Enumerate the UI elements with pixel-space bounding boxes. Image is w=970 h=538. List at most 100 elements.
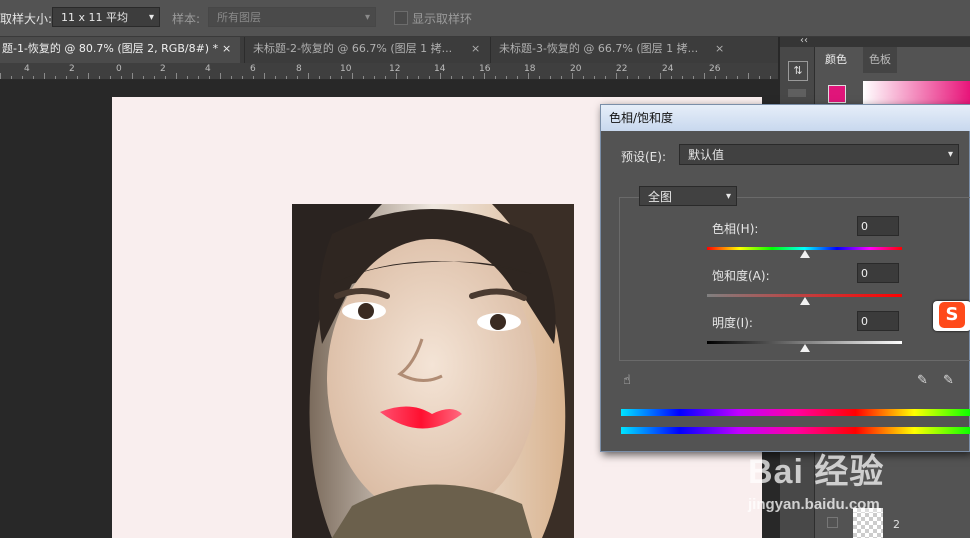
dialog-title-bar[interactable]: 色相/饱和度 — [601, 105, 970, 131]
tab-label: 未标题-3-恢复的 @ 66.7% (图层 1 拷... — [499, 42, 699, 55]
horizontal-ruler: 4 2 0 2 4 6 8 10 12 14 16 18 20 22 24 26 — [0, 63, 778, 80]
eyedropper-icon[interactable]: ✎ — [917, 373, 928, 388]
channel-value: 全图 — [648, 190, 673, 204]
ruler-tick — [374, 76, 375, 79]
ruler-tick — [253, 76, 254, 79]
lightness-slider-thumb[interactable] — [799, 344, 810, 352]
preset-label: 预设(E): — [621, 150, 666, 164]
sample-select[interactable]: 所有图层 ▾ — [208, 7, 376, 27]
ruler-tick — [297, 76, 298, 79]
ruler-tick — [693, 76, 694, 79]
ruler-tick — [682, 76, 683, 79]
sample-size-select[interactable]: 11 x 11 平均 ▾ — [52, 7, 160, 27]
ruler-tick — [715, 76, 716, 79]
panel-button[interactable] — [788, 89, 806, 97]
ruler-tick — [473, 76, 474, 79]
sample-size-label: 取样大小: — [0, 12, 53, 26]
ruler-tick — [330, 76, 331, 79]
ruler-tick — [550, 76, 551, 79]
hue-slider-thumb[interactable] — [799, 250, 810, 258]
ruler-label: 10 — [340, 64, 352, 74]
close-icon[interactable]: × — [715, 37, 724, 61]
ruler-tick — [737, 76, 738, 79]
ruler-tick — [704, 73, 705, 79]
tab-label: 题-1-恢复的 @ 80.7% (图层 2, RGB/8#) * — [2, 42, 219, 55]
panel-collapse-bar[interactable]: ‹‹ — [780, 35, 970, 47]
portrait-illustration — [292, 204, 574, 538]
saturation-input[interactable]: 0 — [857, 263, 899, 283]
ruler-tick — [363, 76, 364, 79]
ruler-tick — [22, 76, 23, 79]
ruler-tick — [759, 76, 760, 79]
ruler-tick — [517, 76, 518, 79]
watermark-url: jingyan.baidu.com — [748, 496, 880, 513]
preset-value: 默认值 — [688, 148, 725, 162]
lightness-input[interactable]: 0 — [857, 311, 899, 331]
ruler-label: 6 — [250, 64, 256, 74]
ruler-label: 2 — [160, 64, 166, 74]
ruler-tick — [495, 76, 496, 79]
preset-select[interactable]: 默认值 ▾ — [679, 144, 959, 165]
ruler-tick — [99, 76, 100, 79]
document-tabs: 题-1-恢复的 @ 80.7% (图层 2, RGB/8#) * × 未标题-2… — [0, 37, 778, 63]
options-bar: 取样大小: 11 x 11 平均 ▾ 样本: 所有图层 ▾ 显示取样环 — [0, 0, 970, 37]
ruler-tick — [33, 76, 34, 79]
saturation-slider-thumb[interactable] — [799, 297, 810, 305]
sogou-logo-mark: S — [939, 302, 965, 328]
ruler-label: 12 — [389, 64, 401, 74]
ruler-tick — [462, 76, 463, 79]
sample-value: 所有图层 — [217, 11, 261, 24]
ruler-tick — [649, 76, 650, 79]
ruler-tick — [11, 76, 12, 79]
tab-color[interactable]: 颜色 — [819, 47, 853, 73]
hue-label: 色相(H): — [712, 222, 759, 236]
show-ring-checkbox[interactable] — [394, 11, 408, 25]
ruler-tick — [264, 73, 265, 79]
ruler-tick — [55, 76, 56, 79]
ruler-tick — [451, 76, 452, 79]
ruler-tick — [121, 76, 122, 79]
hue-input[interactable]: 0 — [857, 216, 899, 236]
ruler-tick — [627, 76, 628, 79]
ruler-label: 4 — [205, 64, 211, 74]
ruler-tick — [484, 73, 485, 79]
ruler-tick — [561, 76, 562, 79]
tab-document-1[interactable]: 题-1-恢复的 @ 80.7% (图层 2, RGB/8#) * × — [0, 37, 240, 63]
ruler-tick — [748, 73, 749, 79]
close-icon[interactable]: × — [222, 37, 231, 61]
ruler-tick — [44, 73, 45, 79]
baidu-jingyan-watermark: Bai 经验 jingyan.baidu.com — [748, 440, 970, 538]
collapse-arrows-icon[interactable]: ‹‹ — [800, 35, 808, 46]
ruler-tick — [154, 76, 155, 79]
eyedropper-plus-icon[interactable]: ✎ — [943, 373, 954, 388]
ruler-tick — [660, 73, 661, 79]
foreground-color-swatch[interactable] — [828, 85, 846, 103]
ruler-tick — [165, 76, 166, 79]
ruler-tick — [143, 76, 144, 79]
lightness-label: 明度(I): — [712, 316, 753, 330]
tab-label: 未标题-2-恢复的 @ 66.7% (图层 1 拷... — [253, 42, 453, 55]
tab-swatches[interactable]: 色板 — [863, 47, 897, 73]
ruler-tick — [352, 73, 353, 79]
tab-document-2[interactable]: 未标题-2-恢复的 @ 66.7% (图层 1 拷... × — [244, 37, 488, 63]
ruler-label: 18 — [524, 64, 536, 74]
tab-document-3[interactable]: 未标题-3-恢复的 @ 66.7% (图层 1 拷... × — [490, 37, 730, 63]
chevron-down-icon: ▾ — [947, 149, 953, 160]
history-icon[interactable]: ⇅ — [788, 61, 808, 81]
ruler-tick — [198, 76, 199, 79]
targeted-adjustment-hand-icon[interactable]: ☝ — [623, 373, 639, 389]
ruler-label: 0 — [116, 64, 122, 74]
channel-select[interactable]: 全图 ▾ — [639, 186, 737, 206]
sogou-ime-logo[interactable]: S — [933, 301, 970, 331]
ruler-tick — [396, 73, 397, 79]
ruler-label: 26 — [709, 64, 721, 74]
ruler-tick — [66, 76, 67, 79]
ruler-tick — [319, 76, 320, 79]
ruler-tick — [605, 76, 606, 79]
close-icon[interactable]: × — [471, 37, 480, 61]
input-hue-bar — [621, 409, 970, 416]
ruler-tick — [132, 73, 133, 79]
show-ring-label: 显示取样环 — [412, 12, 473, 26]
ruler-tick — [583, 76, 584, 79]
ruler-tick — [187, 76, 188, 79]
